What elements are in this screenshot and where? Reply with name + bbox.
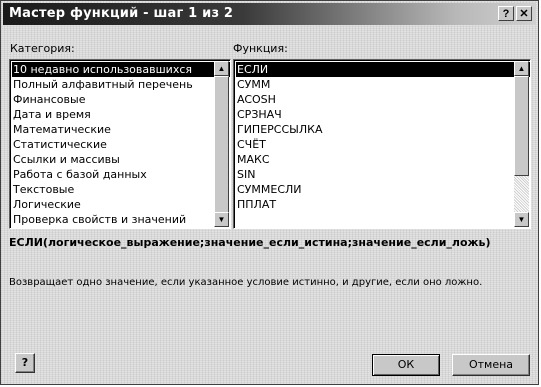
function-scrollbar[interactable]: ▲ ▼ bbox=[514, 61, 529, 227]
scroll-down-icon[interactable]: ▼ bbox=[514, 212, 529, 227]
function-list-item[interactable]: SIN bbox=[236, 167, 530, 182]
category-list-item[interactable]: Логические bbox=[12, 197, 230, 212]
category-listbox[interactable]: 10 недавно использовавшихся Полный алфави… bbox=[9, 59, 231, 229]
function-wizard-dialog: Мастер функций - шаг 1 из 2 ? ✕ Категори… bbox=[0, 0, 539, 385]
category-list-item[interactable]: 10 недавно использовавшихся bbox=[12, 62, 230, 77]
function-label: Функция: bbox=[233, 42, 288, 55]
function-syntax: ЕСЛИ(логическое_выражение;значение_если_… bbox=[9, 236, 491, 249]
function-description: Возвращает одно значение, если указанное… bbox=[9, 277, 483, 288]
cancel-button[interactable]: Отмена bbox=[452, 354, 530, 376]
category-list-item[interactable]: Финансовые bbox=[12, 92, 230, 107]
category-list-item[interactable]: Текстовые bbox=[12, 182, 230, 197]
function-list-item[interactable]: СУММ bbox=[236, 77, 530, 92]
function-list-item[interactable]: СЧЁТ bbox=[236, 137, 530, 152]
function-listbox[interactable]: ЕСЛИ СУММ ACOSH СРЗНАЧ ГИПЕРССЫЛКА СЧЁТ МАКС SI… bbox=[233, 59, 531, 229]
category-list-item[interactable]: Статистические bbox=[12, 137, 230, 152]
scroll-down-icon[interactable]: ▼ bbox=[214, 212, 229, 227]
function-list-item[interactable]: СУММЕСЛИ bbox=[236, 182, 530, 197]
scroll-up-icon[interactable]: ▲ bbox=[214, 61, 229, 76]
function-list-item[interactable]: ГИПЕРССЫЛКА bbox=[236, 122, 530, 137]
function-list-item[interactable]: МАКС bbox=[236, 152, 530, 167]
category-label: Категория: bbox=[10, 42, 75, 55]
function-list-item[interactable]: ACOSH bbox=[236, 92, 530, 107]
category-list-item[interactable]: Полный алфавитный перечень bbox=[12, 77, 230, 92]
category-list-item[interactable]: Дата и время bbox=[12, 107, 230, 122]
function-list-item[interactable]: ППЛАТ bbox=[236, 197, 530, 212]
category-list-item[interactable]: Работа с базой данных bbox=[12, 167, 230, 182]
category-list-item[interactable]: Ссылки и массивы bbox=[12, 152, 230, 167]
ok-button[interactable]: ОК bbox=[372, 354, 440, 376]
function-scroll-thumb[interactable] bbox=[514, 76, 529, 176]
category-list-item[interactable]: Проверка свойств и значений bbox=[12, 212, 230, 227]
window-title: Мастер функций - шаг 1 из 2 bbox=[9, 6, 234, 21]
close-button[interactable]: ✕ bbox=[516, 6, 532, 21]
category-list-item[interactable]: Математические bbox=[12, 122, 230, 137]
title-bar: Мастер функций - шаг 1 из 2 ? ✕ bbox=[3, 3, 536, 25]
scroll-up-icon[interactable]: ▲ bbox=[514, 61, 529, 76]
function-list-item[interactable]: СРЗНАЧ bbox=[236, 107, 530, 122]
function-list-item[interactable]: ЕСЛИ bbox=[236, 62, 530, 77]
category-scroll-thumb[interactable] bbox=[214, 76, 229, 216]
help-button[interactable]: ? bbox=[15, 353, 35, 373]
title-help-button[interactable]: ? bbox=[498, 6, 514, 21]
category-scrollbar[interactable]: ▲ ▼ bbox=[214, 61, 229, 227]
